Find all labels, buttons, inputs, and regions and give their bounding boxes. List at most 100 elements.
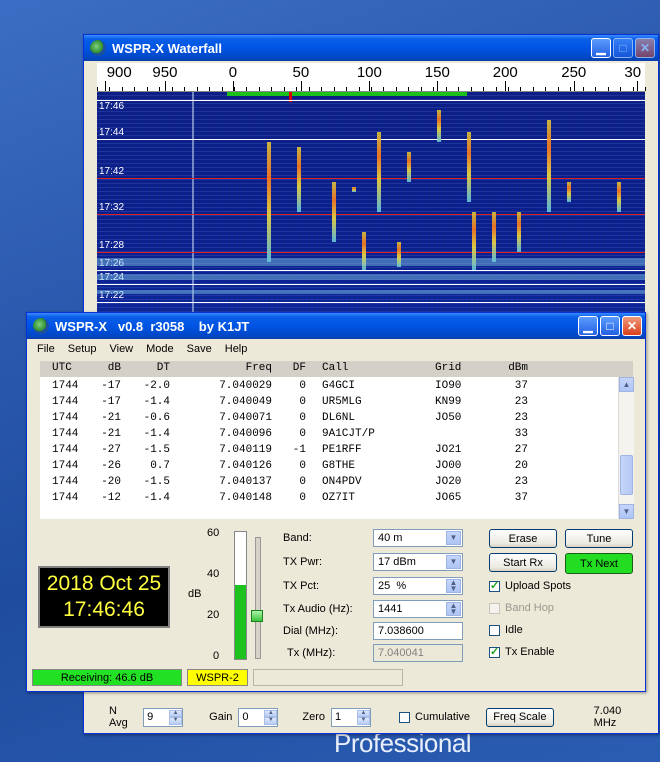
start-rx-button[interactable]: Start Rx bbox=[489, 553, 557, 572]
table-row[interactable]: 1744 -17 -1.4 7.040049 0 UR5MLG KN99 23 bbox=[40, 396, 618, 412]
tx-next-button[interactable]: Tx Next bbox=[565, 553, 633, 574]
idle-checkbox[interactable]: Idle bbox=[489, 624, 523, 636]
close-button[interactable]: ✕ bbox=[622, 316, 642, 336]
status-bar: Receiving: 46.6 dB WSPR-2 bbox=[30, 669, 640, 687]
freq-minor-tick bbox=[159, 87, 161, 91]
cell-dbm: 33 bbox=[514, 428, 528, 440]
freq-minor-tick bbox=[258, 87, 260, 91]
menu-save[interactable]: Save bbox=[187, 343, 212, 355]
cell-df: 0 bbox=[299, 476, 306, 488]
checkbox-checked-icon[interactable] bbox=[489, 645, 500, 658]
decodes-table-header: UTC dB DT Freq DF Call Grid dBm bbox=[40, 361, 633, 377]
menu-setup[interactable]: Setup bbox=[68, 343, 97, 355]
freq-minor-tick bbox=[221, 87, 223, 91]
gain-spinner[interactable]: 0 ▲ ▼ bbox=[238, 707, 279, 727]
txpct-label: TX Pct: bbox=[283, 580, 320, 592]
col-header-df: DF bbox=[292, 362, 306, 374]
freq-readout: 7.040 MHz bbox=[593, 705, 622, 729]
freq-minor-tick bbox=[632, 87, 634, 91]
txaudio-spinner[interactable]: 1441 ▲ ▼ bbox=[373, 600, 463, 618]
spinner-arrows-icon[interactable]: ▲ ▼ bbox=[446, 602, 461, 616]
freq-tick bbox=[300, 81, 302, 91]
cell-freq: 7.040126 bbox=[219, 460, 272, 472]
close-button: ✕ bbox=[635, 38, 655, 58]
table-scrollbar[interactable]: ▲ ▼ bbox=[618, 377, 634, 519]
decodes-table[interactable]: 1744 -17 -2.0 7.040029 0 G4GCI IO90 37 1744 -17 -1… bbox=[40, 377, 618, 519]
clock-time: 17:46:46 bbox=[63, 598, 145, 621]
txpct-spinner[interactable]: 25 % ▲ ▼ bbox=[373, 577, 463, 595]
cell-df: 0 bbox=[299, 460, 306, 472]
table-row[interactable]: 1744 -26 0.7 7.040126 0 G8THE JO00 20 bbox=[40, 460, 618, 476]
scroll-up-icon[interactable]: ▲ bbox=[619, 377, 634, 392]
txaudio-label: Tx Audio (Hz): bbox=[283, 603, 353, 615]
minimize-button[interactable]: ▁ bbox=[578, 316, 598, 336]
table-row[interactable]: 1744 -20 -1.5 7.040137 0 ON4PDV JO20 23 bbox=[40, 476, 618, 492]
slider-thumb[interactable] bbox=[251, 610, 263, 622]
dial-input[interactable]: 7.038600 bbox=[373, 622, 463, 640]
cell-db: -12 bbox=[101, 492, 121, 504]
checkbox-checked-icon[interactable] bbox=[489, 579, 500, 592]
cell-dt: -1.4 bbox=[143, 492, 170, 504]
freq-minor-tick bbox=[296, 87, 298, 91]
menu-help[interactable]: Help bbox=[225, 343, 248, 355]
freq-minor-tick bbox=[408, 87, 410, 91]
scroll-down-icon[interactable]: ▼ bbox=[619, 504, 634, 519]
main-window: WSPR-X v0.8 r3058 by K1JT ▁ □ ✕ File Setu… bbox=[26, 312, 646, 692]
time-divider bbox=[97, 252, 645, 253]
freq-tick-label: 250 bbox=[561, 64, 587, 81]
table-row[interactable]: 1744 -21 -1.4 7.040096 0 9A1CJT/P 33 bbox=[40, 428, 618, 444]
cumulative-checkbox[interactable]: Cumulative bbox=[399, 711, 470, 723]
menu-mode[interactable]: Mode bbox=[146, 343, 174, 355]
table-row[interactable]: 1744 -27 -1.5 7.040119 -1 PE1RFF JO21 27 bbox=[40, 444, 618, 460]
navg-spinner[interactable]: 9 ▲ ▼ bbox=[143, 707, 184, 727]
freq-scale-button[interactable]: Freq Scale bbox=[486, 707, 554, 727]
table-row[interactable]: 1744 -12 -1.4 7.040148 0 OZ7IT JO65 37 bbox=[40, 492, 618, 508]
menu-file[interactable]: File bbox=[37, 343, 55, 355]
signal-trace bbox=[352, 187, 356, 192]
freq-minor-tick bbox=[420, 87, 422, 91]
cell-db: -17 bbox=[101, 396, 121, 408]
upload-spots-checkbox[interactable]: Upload Spots bbox=[489, 579, 571, 592]
cell-grid: JO50 bbox=[435, 412, 462, 424]
main-titlebar[interactable]: WSPR-X v0.8 r3058 by K1JT ▁ □ ✕ bbox=[27, 313, 645, 339]
noise-band bbox=[97, 274, 645, 280]
globe-icon bbox=[33, 318, 49, 334]
freq-minor-tick bbox=[545, 87, 547, 91]
freq-minor-tick bbox=[620, 87, 622, 91]
spinner-arrows-icon[interactable]: ▲ ▼ bbox=[446, 579, 461, 593]
freq-minor-tick bbox=[333, 87, 335, 91]
checkbox-box[interactable] bbox=[399, 711, 411, 723]
signal-trace bbox=[547, 120, 551, 212]
zero-spinner[interactable]: 1 ▲ ▼ bbox=[331, 707, 372, 727]
signal-trace bbox=[517, 212, 521, 252]
txpwr-select[interactable]: 17 dBm ▼ bbox=[373, 553, 463, 571]
waterfall-titlebar[interactable]: WSPR-X Waterfall ▁ □ ✕ bbox=[84, 35, 658, 61]
cell-utc: 1744 bbox=[52, 380, 79, 392]
checkbox-icon[interactable] bbox=[489, 624, 500, 636]
rx-level-slider[interactable] bbox=[255, 537, 261, 659]
scroll-thumb[interactable] bbox=[620, 455, 633, 495]
tx-enable-checkbox[interactable]: Tx Enable bbox=[489, 645, 555, 658]
cell-df: 0 bbox=[299, 412, 306, 424]
band-select[interactable]: 40 m ▼ bbox=[373, 529, 463, 547]
freq-tick-label: 100 bbox=[356, 64, 382, 81]
maximize-button: □ bbox=[613, 38, 633, 58]
table-row[interactable]: 1744 -17 -2.0 7.040029 0 G4GCI IO90 37 bbox=[40, 380, 618, 396]
minimize-button[interactable]: ▁ bbox=[591, 38, 611, 58]
dropdown-icon[interactable]: ▼ bbox=[446, 555, 461, 569]
maximize-button[interactable]: □ bbox=[600, 316, 620, 336]
erase-button[interactable]: Erase bbox=[489, 529, 557, 548]
table-row[interactable]: 1744 -21 -0.6 7.040071 0 DL6NL JO50 23 bbox=[40, 412, 618, 428]
tune-button[interactable]: Tune bbox=[565, 529, 633, 548]
dropdown-icon[interactable]: ▼ bbox=[446, 531, 461, 545]
col-header-freq: Freq bbox=[245, 362, 272, 374]
cell-dt: -1.4 bbox=[143, 396, 170, 408]
freq-minor-tick bbox=[520, 87, 522, 91]
menu-view[interactable]: View bbox=[109, 343, 133, 355]
cell-grid: JO65 bbox=[435, 492, 462, 504]
time-label: 17:46 bbox=[99, 101, 125, 112]
freq-minor-tick bbox=[570, 87, 572, 91]
freq-minor-tick bbox=[196, 87, 198, 91]
cell-freq: 7.040137 bbox=[219, 476, 272, 488]
waterfall-spectrum[interactable]: 17:46 17:44 17:42 17:32 17:28 17:26 17:24 17:22 bbox=[97, 92, 645, 345]
